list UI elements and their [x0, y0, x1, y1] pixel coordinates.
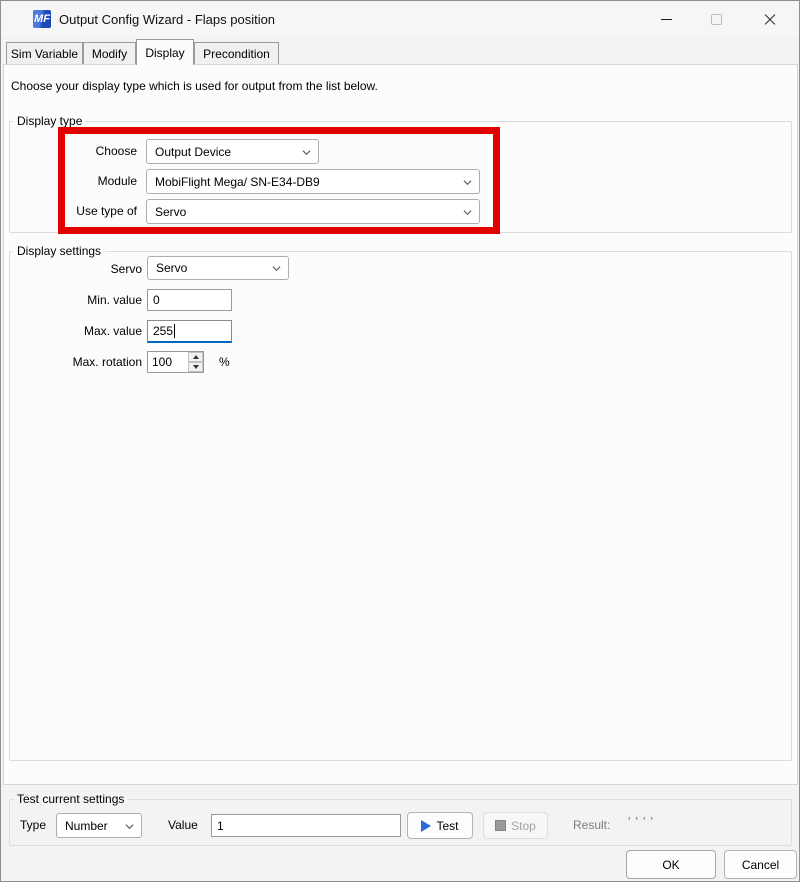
- max-value-input[interactable]: 255: [147, 320, 232, 343]
- tab-precondition[interactable]: Precondition: [194, 42, 279, 64]
- chevron-down-icon: [125, 822, 134, 831]
- tab-label: Modify: [92, 47, 127, 61]
- min-value-input[interactable]: 0: [147, 289, 232, 311]
- tab-label: Precondition: [203, 47, 270, 61]
- test-type-dropdown[interactable]: Number: [56, 813, 142, 838]
- minimize-icon: [661, 19, 672, 20]
- max-rotation-label: Max. rotation: [51, 355, 142, 370]
- test-type-value: Number: [65, 819, 108, 833]
- tab-display[interactable]: Display: [136, 39, 194, 65]
- tab-sim-variable[interactable]: Sim Variable: [6, 42, 83, 64]
- cancel-button-label: Cancel: [742, 858, 779, 872]
- chevron-down-icon: [272, 264, 281, 273]
- tab-modify[interactable]: Modify: [83, 42, 136, 64]
- module-label: Module: [56, 174, 137, 189]
- percent-unit-label: %: [219, 355, 230, 370]
- test-value-input[interactable]: 1: [211, 814, 401, 837]
- test-button-label: Test: [436, 819, 458, 833]
- output-config-wizard-window: MF Output Config Wizard - Flaps position…: [0, 0, 800, 882]
- test-value-text: 1: [217, 819, 224, 833]
- spin-up-icon: [193, 355, 199, 359]
- max-rotation-stepper[interactable]: 100: [147, 351, 204, 373]
- chevron-down-icon: [463, 208, 472, 217]
- servo-value: Servo: [156, 261, 187, 275]
- use-type-label: Use type of: [56, 204, 137, 219]
- servo-label: Servo: [61, 262, 142, 277]
- result-value: '''': [628, 814, 658, 829]
- result-label: Result:: [573, 818, 610, 833]
- module-value: MobiFlight Mega/ SN-E34-DB9: [155, 175, 320, 189]
- min-value-label: Min. value: [61, 293, 142, 308]
- use-type-dropdown[interactable]: Servo: [146, 199, 480, 224]
- display-settings-group-title: Display settings: [13, 244, 105, 258]
- chevron-down-icon: [302, 148, 311, 157]
- test-button[interactable]: Test: [407, 812, 473, 839]
- module-dropdown[interactable]: MobiFlight Mega/ SN-E34-DB9: [146, 169, 480, 194]
- stop-button: Stop: [483, 812, 548, 839]
- test-type-label: Type: [20, 818, 46, 833]
- spin-down-button[interactable]: [188, 362, 203, 372]
- chevron-down-icon: [463, 178, 472, 187]
- window-title: Output Config Wizard - Flaps position: [59, 12, 275, 27]
- min-value-text: 0: [153, 293, 160, 307]
- max-rotation-value: 100: [148, 352, 188, 372]
- tab-label: Display: [145, 46, 184, 60]
- close-button[interactable]: [747, 1, 793, 38]
- spin-up-button[interactable]: [188, 352, 203, 362]
- text-caret: [174, 324, 175, 338]
- test-value-label: Value: [168, 818, 198, 833]
- cancel-button[interactable]: Cancel: [724, 850, 797, 879]
- tab-label: Sim Variable: [11, 47, 78, 61]
- max-value-label: Max. value: [61, 324, 142, 339]
- max-value-text: 255: [153, 324, 173, 338]
- spin-down-icon: [193, 365, 199, 369]
- display-type-group-title: Display type: [13, 114, 86, 128]
- description-text: Choose your display type which is used f…: [11, 79, 378, 94]
- test-settings-group-title: Test current settings: [13, 792, 128, 806]
- maximize-button: [693, 1, 739, 38]
- choose-display-type-dropdown[interactable]: Output Device: [146, 139, 319, 164]
- ok-button[interactable]: OK: [626, 850, 716, 879]
- title-bar: MF Output Config Wizard - Flaps position: [1, 1, 799, 38]
- choose-display-type-value: Output Device: [155, 145, 231, 159]
- stop-icon: [495, 820, 506, 831]
- stop-button-label: Stop: [511, 819, 536, 833]
- minimize-button[interactable]: [643, 1, 689, 38]
- ok-button-label: OK: [662, 858, 679, 872]
- play-icon: [421, 820, 431, 832]
- use-type-value: Servo: [155, 205, 186, 219]
- servo-dropdown[interactable]: Servo: [147, 256, 289, 280]
- maximize-icon: [711, 14, 722, 25]
- close-icon: [764, 14, 776, 26]
- choose-label: Choose: [56, 144, 137, 159]
- mobiflight-logo-icon: MF: [33, 10, 51, 28]
